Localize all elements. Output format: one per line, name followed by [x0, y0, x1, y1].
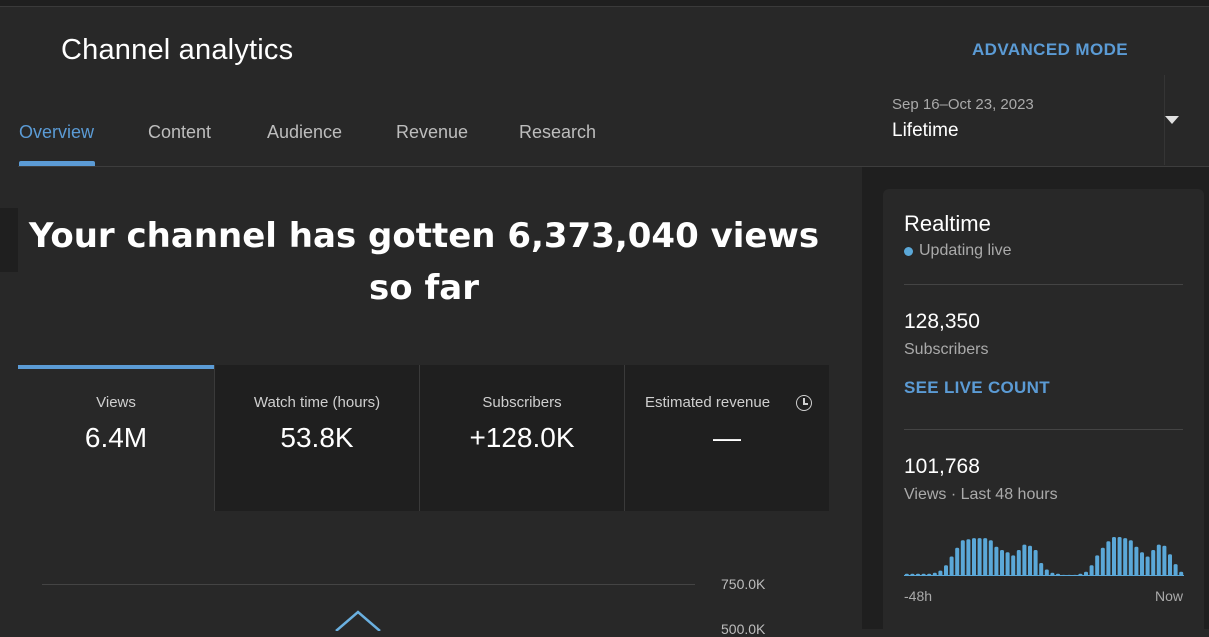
realtime-bar: [949, 556, 954, 576]
date-period[interactable]: Lifetime: [892, 120, 959, 142]
realtime-bar: [977, 538, 982, 576]
subscriber-label: Subscribers: [904, 341, 989, 358]
live-dot-icon: [904, 247, 913, 256]
y-tick-label: 750.0K: [721, 576, 766, 592]
realtime-bar: [972, 538, 976, 576]
metric-label: Views: [96, 394, 136, 411]
metric-card-estimated-revenue[interactable]: Estimated revenue —: [625, 365, 829, 511]
realtime-bar: [1162, 545, 1167, 576]
realtime-bar: [988, 540, 993, 576]
realtime-bar: [1112, 537, 1116, 576]
metric-value: 53.8K: [280, 422, 354, 453]
realtime-bar: [1095, 555, 1100, 576]
realtime-views-label: Views · Last 48 hours: [904, 486, 1058, 503]
clock-icon: [796, 395, 812, 411]
left-sidebar-stub: [0, 208, 18, 272]
realtime-axis-start: -48h: [904, 588, 933, 604]
realtime-title: Realtime: [904, 211, 991, 236]
metric-value: 6.4M: [84, 422, 148, 453]
realtime-divider: [904, 429, 1183, 430]
metric-card-watch-time[interactable]: Watch time (hours) 53.8K: [215, 365, 419, 511]
realtime-bar: [955, 547, 960, 576]
see-live-count-link[interactable]: SEE LIVE COUNT: [904, 378, 1050, 398]
realtime-bar: [994, 546, 999, 576]
realtime-bar: [960, 540, 965, 576]
advanced-mode-button[interactable]: ADVANCED MODE: [972, 40, 1128, 60]
realtime-bar: [983, 538, 988, 576]
tab-audience[interactable]: Audience: [267, 122, 342, 143]
chart-gridline: [42, 584, 695, 585]
page-title: Channel analytics: [61, 34, 294, 66]
metric-card-subscribers[interactable]: Subscribers +128.0K: [420, 365, 624, 511]
realtime-bar: [1022, 544, 1027, 576]
realtime-bar: [1016, 550, 1021, 576]
realtime-views-count: 101,768: [904, 455, 980, 478]
top-border-line: [0, 6, 1209, 7]
realtime-bar: [1011, 555, 1016, 576]
realtime-bar: [1117, 537, 1122, 576]
realtime-divider: [904, 284, 1183, 285]
realtime-bar: [1128, 540, 1133, 576]
metric-value: +128.0K: [469, 422, 575, 453]
realtime-card: Realtime Updating live 128,350 Subscribe…: [883, 189, 1204, 629]
realtime-bar: [1140, 552, 1144, 576]
tab-revenue[interactable]: Revenue: [396, 122, 468, 143]
realtime-bar: [1000, 550, 1004, 576]
views-headline: Your channel has gotten 6,373,040 views …: [28, 216, 820, 308]
realtime-bar: [1028, 545, 1032, 576]
chart-line: [335, 610, 381, 631]
views-chart: 750.0K 500.0K: [18, 511, 829, 637]
realtime-axis-end: Now: [1154, 588, 1183, 604]
subscriber-count: 128,350: [904, 310, 980, 333]
realtime-bar: [966, 539, 971, 576]
metric-label: Watch time (hours): [253, 394, 381, 411]
tab-content[interactable]: Content: [148, 122, 211, 143]
realtime-bar: [1005, 552, 1010, 576]
live-status: Updating live: [919, 242, 1012, 259]
chevron-down-icon[interactable]: [1165, 116, 1179, 124]
realtime-bar-chart: [904, 537, 1184, 576]
y-tick-label: 500.0K: [721, 621, 766, 637]
tab-research[interactable]: Research: [519, 122, 596, 143]
realtime-bar: [1134, 546, 1139, 576]
metric-card-views[interactable]: Views 6.4M: [18, 365, 214, 511]
realtime-bar: [1033, 550, 1038, 576]
realtime-bar: [1145, 556, 1150, 576]
date-range[interactable]: Sep 16–Oct 23, 2023: [892, 96, 1034, 113]
realtime-bar: [1106, 541, 1111, 576]
metric-value: —: [713, 422, 741, 453]
metric-label: Estimated revenue: [645, 394, 771, 411]
realtime-bar: [1168, 554, 1172, 576]
realtime-chart-baseline: [904, 575, 1184, 576]
tab-overview[interactable]: Overview: [19, 122, 94, 143]
metric-cards: Views 6.4M Watch time (hours) 53.8K Subs…: [18, 365, 829, 511]
metric-label: Subscribers: [482, 394, 562, 411]
realtime-bar: [1151, 550, 1156, 576]
realtime-bar: [1123, 538, 1128, 576]
realtime-bar: [1100, 547, 1105, 576]
realtime-bar: [1156, 544, 1161, 576]
